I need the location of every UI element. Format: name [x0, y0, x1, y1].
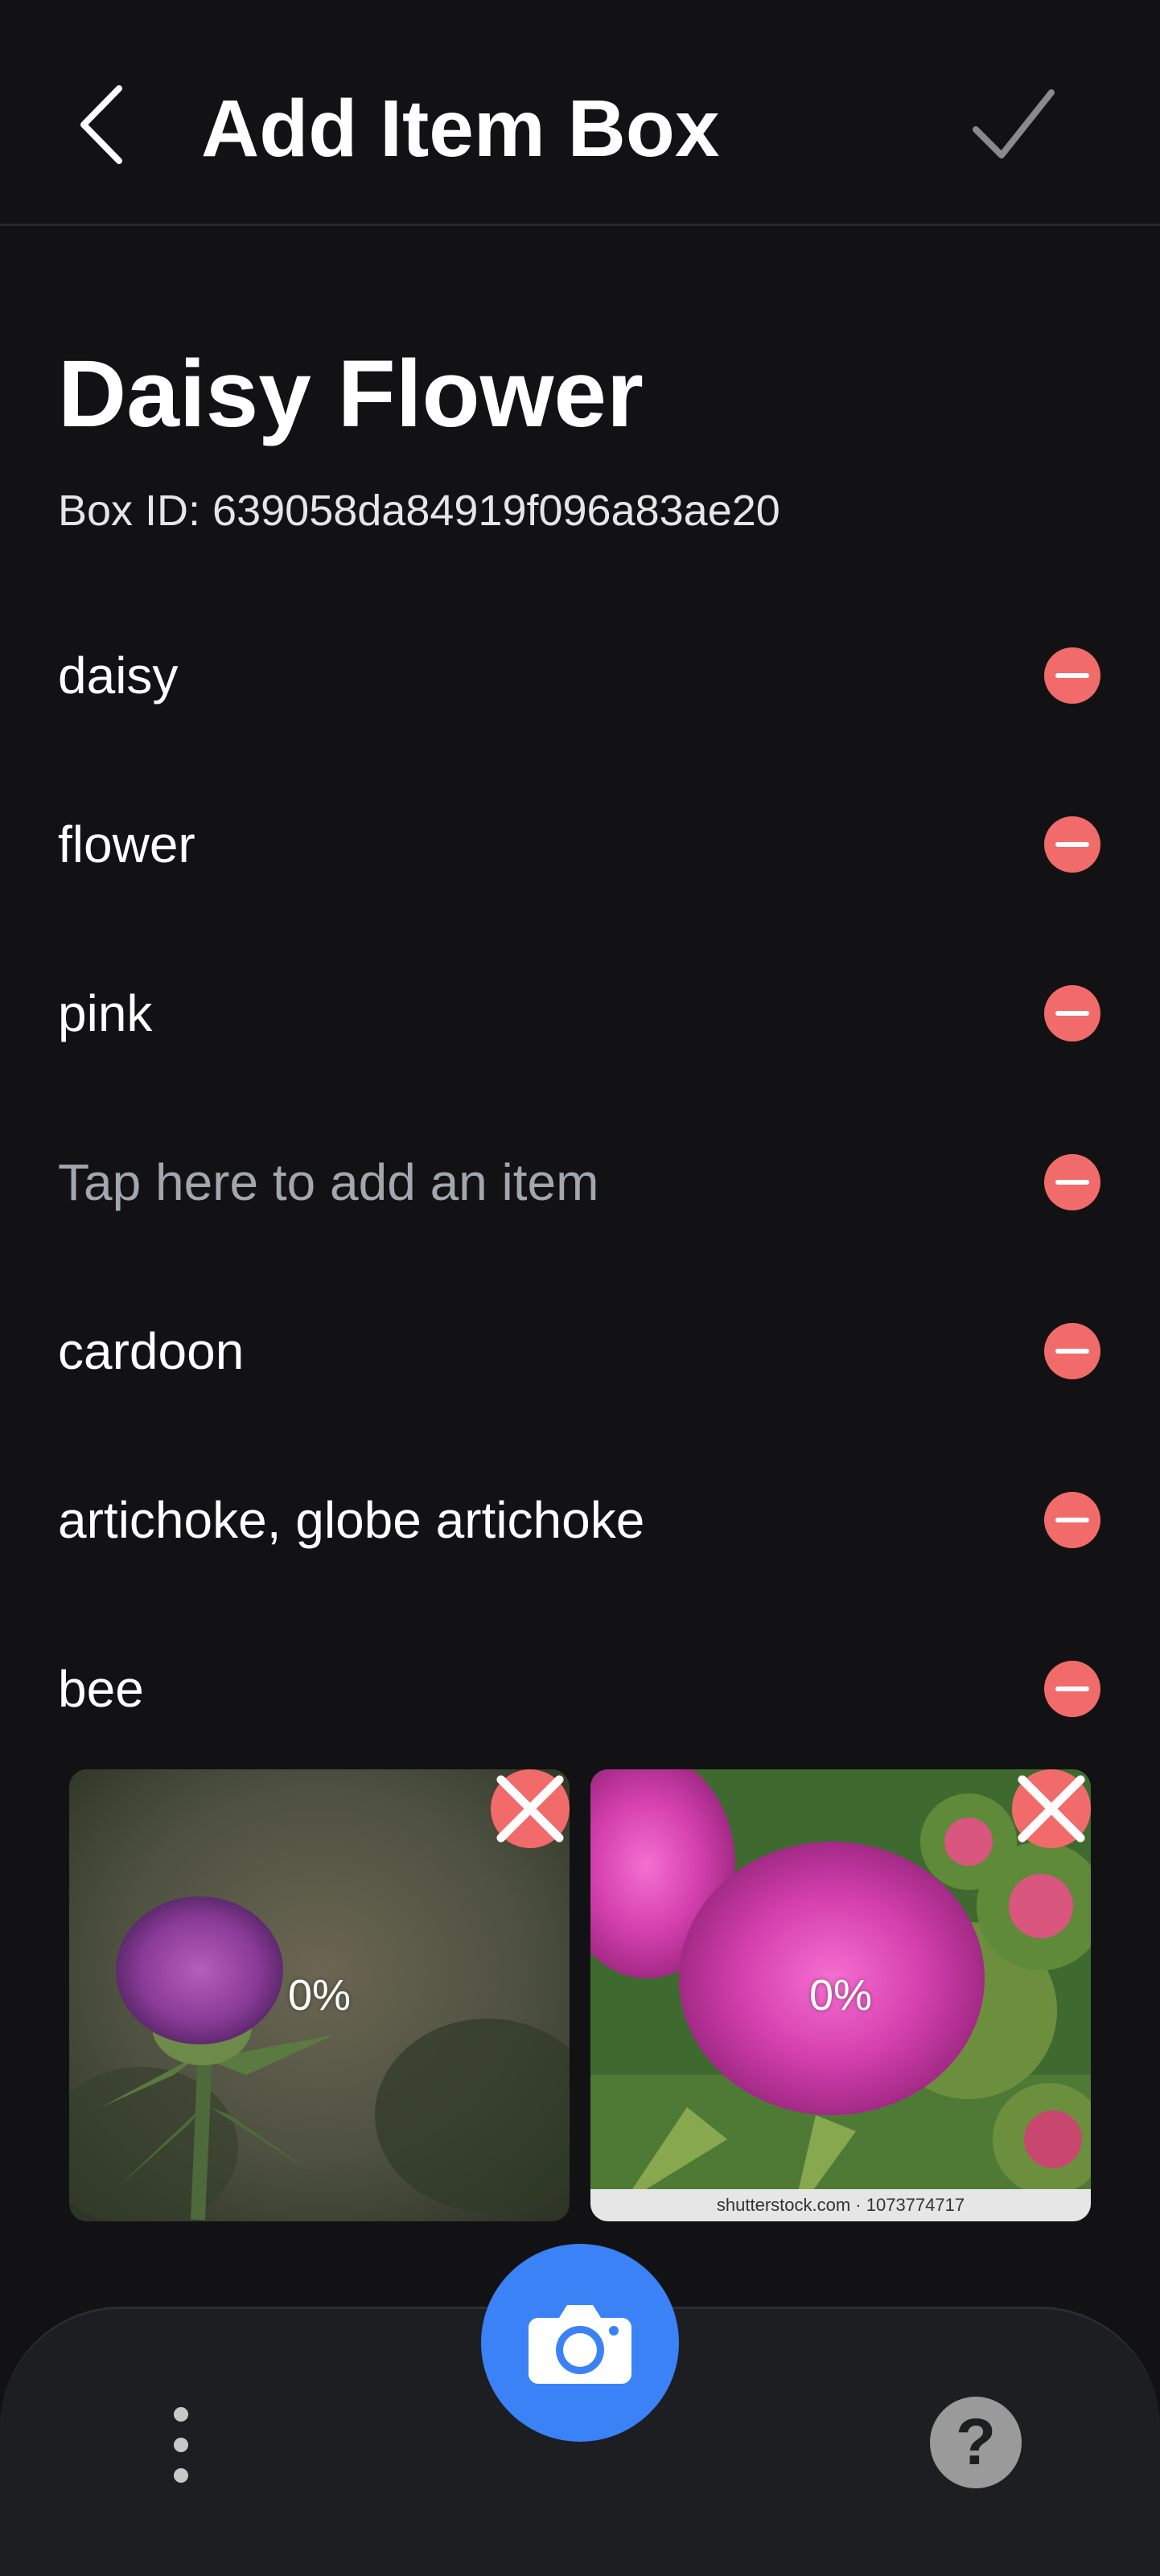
image-thumbnails: 0% 0% shutterstock.com · 1073774717 — [69, 1769, 1091, 2221]
remove-image-button[interactable] — [491, 1769, 570, 1848]
close-icon — [1018, 1775, 1085, 1843]
minus-icon — [1055, 1687, 1089, 1691]
screen: Add Item Box Daisy Flower Box ID: 639058… — [0, 0, 1160, 2576]
list-item[interactable]: flower — [0, 760, 1160, 929]
help-button[interactable]: ? — [930, 2397, 1022, 2488]
question-icon: ? — [955, 2405, 997, 2479]
minus-icon — [1055, 1349, 1089, 1354]
list-item[interactable]: cardoon — [0, 1267, 1160, 1436]
list-item[interactable]: pink — [0, 929, 1160, 1098]
remove-item-button[interactable] — [1044, 1661, 1100, 1717]
item-label[interactable]: flower — [58, 812, 195, 877]
app-header: Add Item Box — [0, 0, 1160, 226]
upload-progress: 0% — [808, 1971, 873, 2019]
minus-icon — [1055, 842, 1089, 847]
confirm-button[interactable] — [957, 72, 1070, 177]
header-divider — [0, 224, 1160, 226]
more-options-button[interactable] — [157, 2401, 205, 2489]
page-title: Add Item Box — [201, 84, 720, 174]
box-id: Box ID: 639058da84919f096a83ae20 — [58, 487, 780, 535]
minus-icon — [1055, 1011, 1089, 1016]
camera-icon — [529, 2305, 631, 2384]
item-label[interactable]: daisy — [58, 643, 178, 708]
box-title: Daisy Flower — [58, 341, 644, 447]
image-thumbnail[interactable]: 0% shutterstock.com · 1073774717 — [590, 1769, 1091, 2221]
image-thumbnail[interactable]: 0% — [69, 1769, 570, 2221]
item-label[interactable]: artichoke, globe artichoke — [58, 1488, 644, 1552]
item-label[interactable]: cardoon — [58, 1319, 244, 1383]
remove-item-button[interactable] — [1044, 1492, 1100, 1548]
remove-item-button[interactable] — [1044, 1154, 1100, 1210]
chevron-left-icon — [80, 85, 122, 164]
item-list: daisy flower pink Tap here to add an ite… — [0, 591, 1160, 1773]
remove-item-button[interactable] — [1044, 985, 1100, 1041]
add-item-row[interactable]: Tap here to add an item — [0, 1098, 1160, 1267]
remove-image-button[interactable] — [1012, 1769, 1091, 1848]
add-item-input[interactable]: Tap here to add an item — [58, 1150, 599, 1214]
item-label[interactable]: pink — [58, 981, 152, 1046]
close-icon — [496, 1775, 564, 1843]
list-item[interactable]: bee — [0, 1604, 1160, 1773]
item-label[interactable]: bee — [58, 1657, 144, 1721]
more-vertical-icon-dot — [174, 2468, 188, 2483]
list-item[interactable]: daisy — [0, 591, 1160, 760]
remove-item-button[interactable] — [1044, 647, 1100, 704]
list-item[interactable]: artichoke, globe artichoke — [0, 1436, 1160, 1604]
remove-item-button[interactable] — [1044, 816, 1100, 873]
more-vertical-icon — [174, 2407, 188, 2422]
remove-item-button[interactable] — [1044, 1323, 1100, 1379]
camera-button[interactable] — [481, 2244, 679, 2442]
minus-icon — [1055, 673, 1089, 678]
image-watermark: shutterstock.com · 1073774717 — [590, 2189, 1091, 2221]
checkmark-icon — [973, 89, 1055, 158]
minus-icon — [1055, 1180, 1089, 1185]
upload-progress: 0% — [287, 1971, 352, 2019]
back-button[interactable] — [64, 76, 137, 173]
minus-icon — [1055, 1518, 1089, 1522]
more-vertical-icon-dot — [174, 2438, 188, 2452]
